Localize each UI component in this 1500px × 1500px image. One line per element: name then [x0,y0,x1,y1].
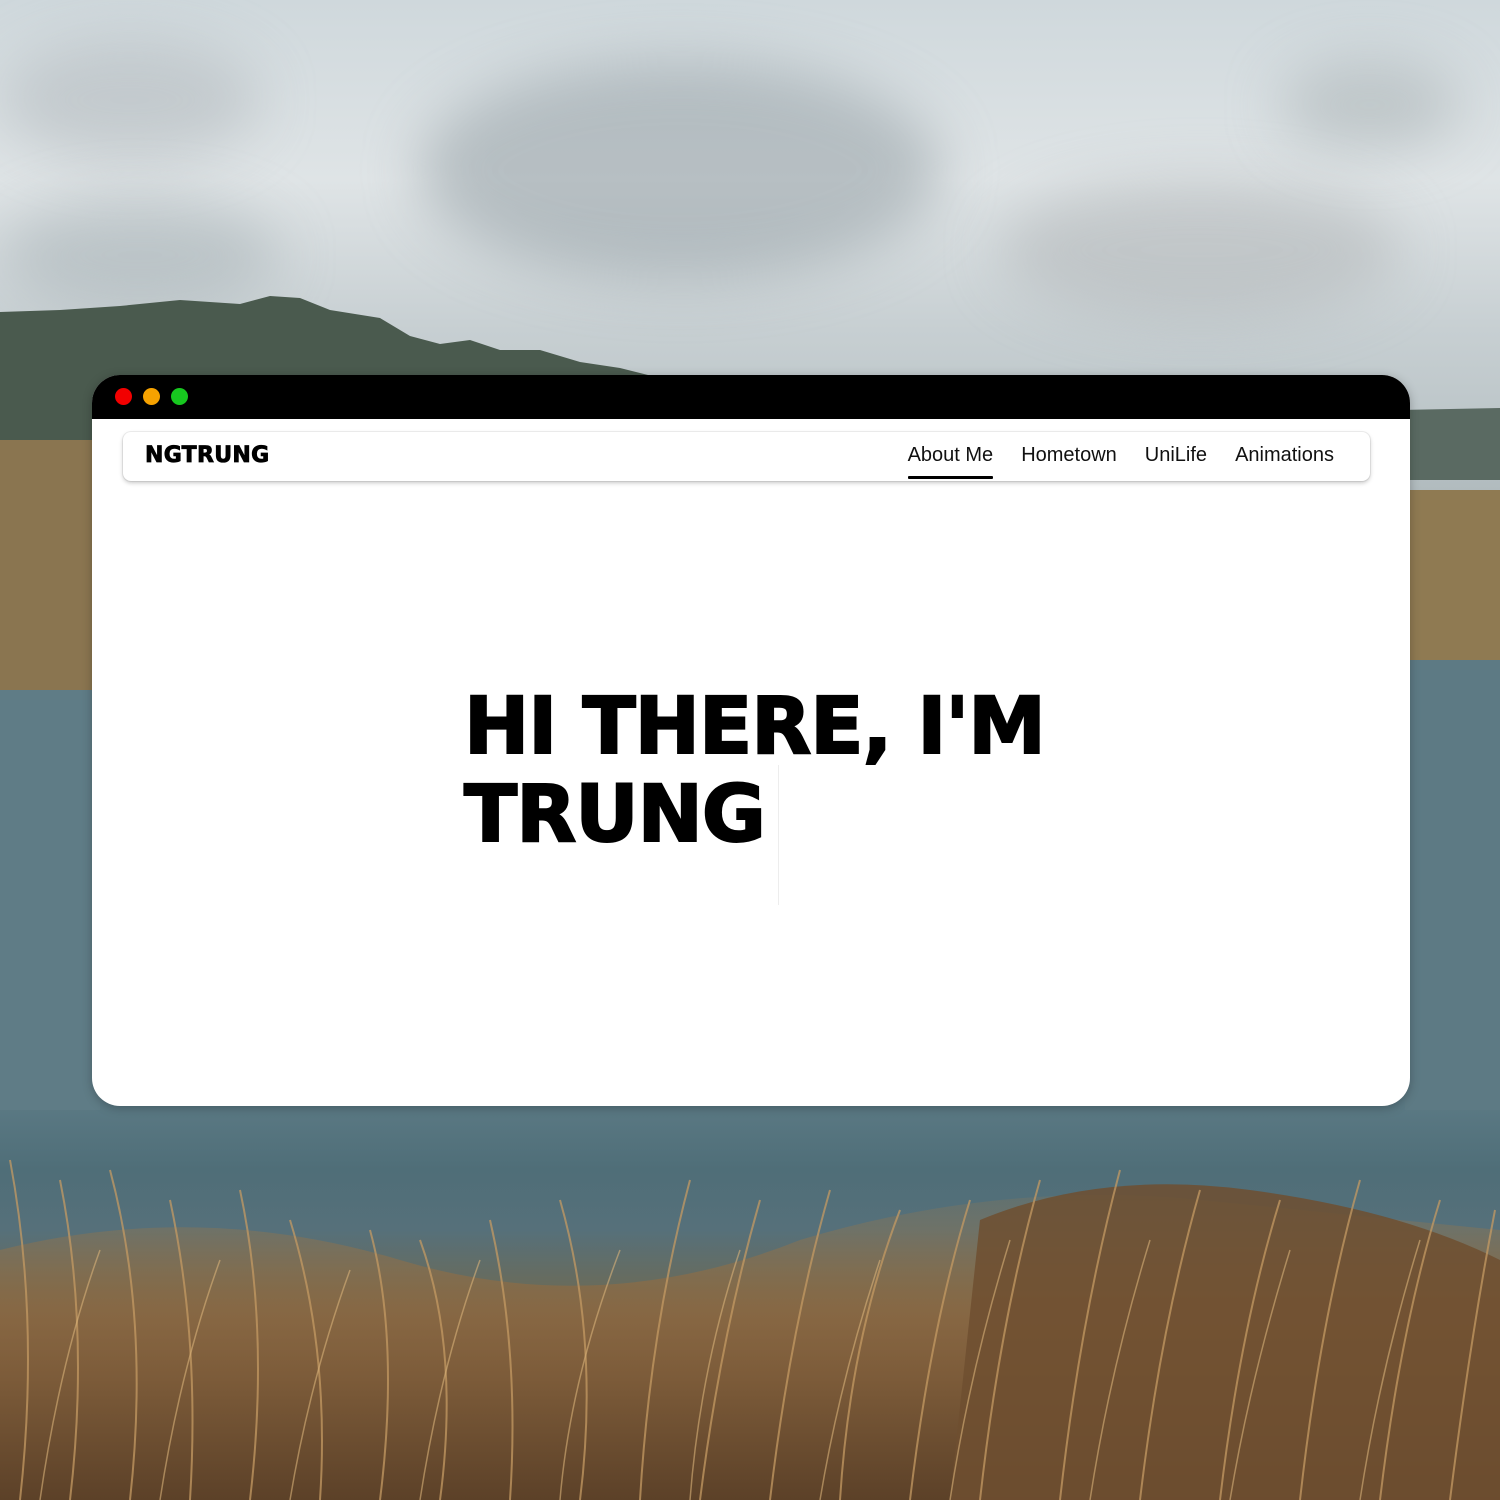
hero-line-2: TRUNG [463,770,767,860]
nav-link-about-me[interactable]: About Me [907,444,993,479]
nav-link-hometown[interactable]: Hometown [1021,444,1117,479]
site-navbar: NGTRUNG About Me Hometown UniLife Animat… [123,432,1370,481]
site-logo[interactable]: NGTRUNG [145,443,270,469]
maximize-window-button[interactable] [171,388,188,405]
window-titlebar [92,375,1410,419]
nav-link-unilife[interactable]: UniLife [1145,444,1207,479]
browser-window: NGTRUNG About Me Hometown UniLife Animat… [92,375,1410,1106]
divider-line [778,765,779,905]
close-window-button[interactable] [115,388,132,405]
hero-line-1: HI THERE, I'M [463,682,1047,772]
nav-links: About Me Hometown UniLife Animations [907,444,1334,479]
minimize-window-button[interactable] [143,388,160,405]
nav-link-animations[interactable]: Animations [1235,444,1334,479]
background-landscape: NGTRUNG About Me Hometown UniLife Animat… [0,0,1500,1500]
hero-heading: HI THERE, I'M TRUNG [463,682,1164,860]
